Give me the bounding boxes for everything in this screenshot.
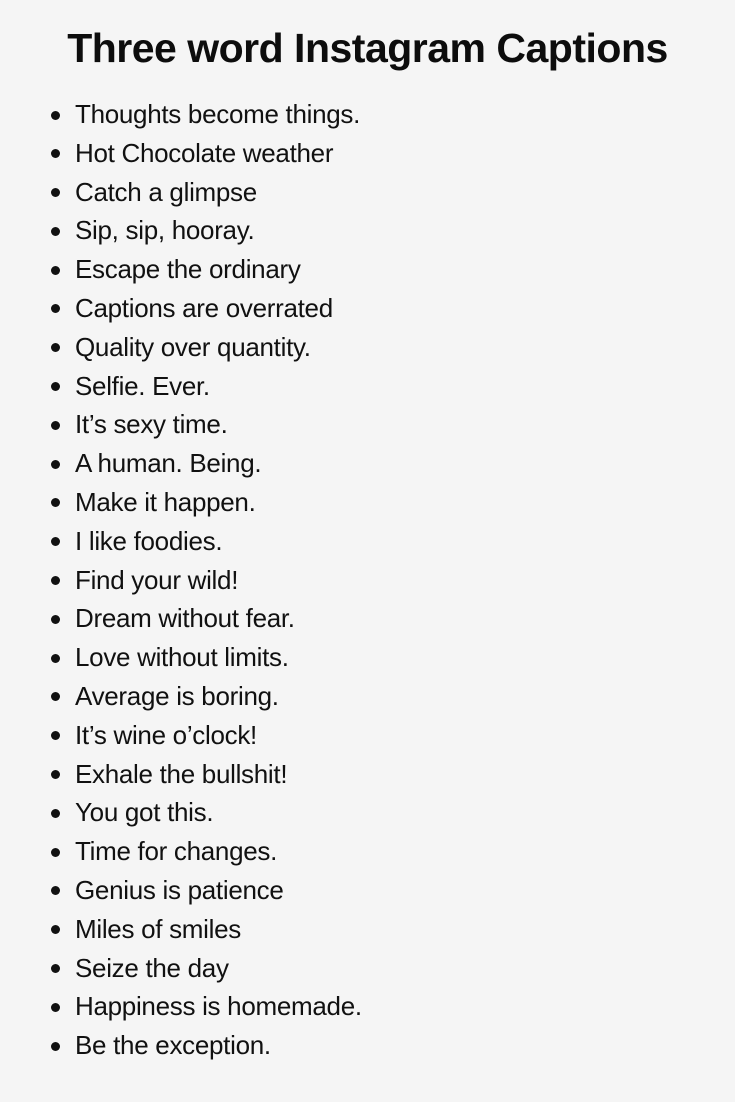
caption-text: Genius is patience [75,874,284,905]
bullet-icon [51,498,60,508]
list-item: Exhale the bullshit! [0,755,362,794]
caption-text: Find your wild! [75,564,239,595]
list-item: You got this. [0,793,362,832]
caption-text: I like foodies. [75,525,223,556]
list-item: It’s sexy time. [0,405,362,444]
bullet-icon [51,343,60,353]
list-item: Selfie. Ever. [0,367,362,406]
bullet-icon [51,770,60,780]
bullet-icon [51,459,60,469]
list-item: Sip, sip, hooray. [0,211,362,250]
caption-text: Sip, sip, hooray. [75,215,255,246]
caption-text: Quality over quantity. [75,331,311,362]
list-item: Quality over quantity. [0,328,362,367]
bullet-icon [51,964,60,974]
list-item: Make it happen. [0,483,362,522]
caption-text: Make it happen. [75,486,256,517]
caption-text: Miles of smiles [75,913,241,944]
list-item: It’s wine o’clock! [0,716,362,755]
bullet-icon [51,382,60,392]
list-item: Escape the ordinary [0,250,362,289]
list-item: Be the exception. [0,1026,362,1065]
bullet-icon [51,1041,60,1051]
list-item: I like foodies. [0,522,362,561]
caption-text: Exhale the bullshit! [75,758,288,789]
bullet-icon [51,304,60,314]
caption-text: It’s sexy time. [75,409,228,440]
list-item: Love without limits. [0,638,362,677]
caption-text: Be the exception. [75,1030,271,1061]
list-item: Dream without fear. [0,599,362,638]
bullet-icon [51,1002,60,1012]
bullet-icon [51,847,60,857]
caption-text: Seize the day [75,952,229,983]
bullet-icon [51,188,60,198]
bullet-icon [51,808,60,818]
bullet-icon [51,886,60,896]
list-item: Average is boring. [0,677,362,716]
list-item: Find your wild! [0,561,362,600]
list-item: Seize the day [0,949,362,988]
list-item: A human. Being. [0,444,362,483]
caption-text: Average is boring. [75,680,279,711]
bullet-icon [51,731,60,741]
bullet-icon [51,614,60,624]
bullet-icon [51,420,60,430]
caption-text: Time for changes. [75,836,278,867]
caption-text: Love without limits. [75,642,289,673]
caption-text: Escape the ordinary [75,254,301,285]
list-item: Catch a glimpse [0,173,362,212]
list-item: Captions are overrated [0,289,362,328]
list-item: Thoughts become things. [0,95,362,134]
page-title: Three word Instagram Captions [67,25,668,71]
caption-text: Captions are overrated [75,292,333,323]
caption-text: Happiness is homemade. [75,991,362,1022]
bullet-icon [51,110,60,120]
caption-text: Selfie. Ever. [75,370,210,401]
list-item: Happiness is homemade. [0,987,362,1026]
caption-text: A human. Being. [75,448,262,479]
caption-list: Thoughts become things. Hot Chocolate we… [0,95,362,1065]
caption-text: Hot Chocolate weather [75,137,334,168]
bullet-icon [51,653,60,663]
bullet-icon [51,925,60,935]
bullet-icon [51,149,60,159]
list-item: Hot Chocolate weather [0,134,362,173]
bullet-icon [51,226,60,236]
list-item: Time for changes. [0,832,362,871]
bullet-icon [51,692,60,702]
caption-text: You got this. [75,797,214,828]
bullet-icon [51,576,60,586]
caption-text: Dream without fear. [75,603,295,634]
list-item: Miles of smiles [0,910,362,949]
caption-text: It’s wine o’clock! [75,719,257,750]
bullet-icon [51,265,60,275]
bullet-icon [51,537,60,547]
caption-text: Thoughts become things. [75,99,361,129]
list-item: Genius is patience [0,871,362,910]
caption-text: Catch a glimpse [75,176,257,207]
